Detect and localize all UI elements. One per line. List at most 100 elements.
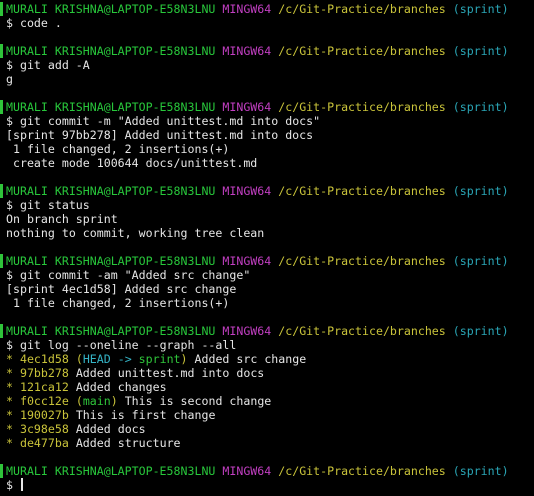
log-graph-marker: * bbox=[6, 422, 13, 436]
command-text: git commit -m "Added unittest.md into do… bbox=[19, 114, 321, 128]
prompt-path: /c/Git-Practice/branches bbox=[278, 2, 446, 16]
log-ref-open: ( bbox=[75, 352, 83, 366]
command-line[interactable]: $ code . bbox=[6, 16, 534, 30]
prompt-line: MURALI KRISHNA@LAPTOP-E58N3LNU MINGW64 /… bbox=[0, 464, 534, 478]
command-text: git add -A bbox=[19, 58, 90, 72]
output-line: g bbox=[6, 72, 13, 86]
log-entry: * 3c98e58 Added docs bbox=[6, 422, 534, 436]
output-line: nothing to commit, working tree clean bbox=[6, 226, 265, 240]
output-line: On branch sprint bbox=[6, 212, 118, 226]
log-entry: * 190027b This is first change bbox=[6, 408, 534, 422]
prompt-path: /c/Git-Practice/branches bbox=[278, 184, 446, 198]
prompt-user-host: MURALI KRISHNA@LAPTOP-E58N3LNU bbox=[6, 254, 216, 268]
prompt-shell: MINGW64 bbox=[222, 464, 272, 478]
prompt-line: MURALI KRISHNA@LAPTOP-E58N3LNU MINGW64 /… bbox=[0, 100, 534, 114]
log-commit-hash: 97bb278 bbox=[19, 366, 69, 380]
prompt-symbol: $ bbox=[6, 16, 13, 30]
log-entry: * de477ba Added structure bbox=[6, 436, 534, 450]
prompt-user-host: MURALI KRISHNA@LAPTOP-E58N3LNU bbox=[6, 324, 216, 338]
prompt-shell: MINGW64 bbox=[222, 324, 272, 338]
prompt-marker bbox=[0, 100, 3, 114]
prompt-symbol: $ bbox=[6, 58, 13, 72]
log-message: Added changes bbox=[75, 380, 167, 394]
output-line: [sprint 4ec1d58] Added src change bbox=[6, 282, 237, 296]
prompt-marker bbox=[0, 44, 3, 58]
prompt-line: MURALI KRISHNA@LAPTOP-E58N3LNU MINGW64 /… bbox=[0, 184, 534, 198]
log-ref-branch: sprint bbox=[138, 352, 181, 366]
command-text: git commit -am "Added src change" bbox=[19, 268, 251, 282]
prompt-user-host: MURALI KRISHNA@LAPTOP-E58N3LNU bbox=[6, 184, 216, 198]
prompt-symbol: $ bbox=[6, 198, 13, 212]
prompt-marker bbox=[0, 464, 3, 478]
prompt-user-host: MURALI KRISHNA@LAPTOP-E58N3LNU bbox=[6, 100, 216, 114]
log-ref-branch: main bbox=[82, 394, 111, 408]
prompt-symbol: $ bbox=[6, 478, 13, 492]
prompt-branch: (sprint) bbox=[452, 44, 509, 58]
prompt-path: /c/Git-Practice/branches bbox=[278, 254, 446, 268]
log-commit-hash: 4ec1d58 bbox=[19, 352, 69, 366]
command-text: git status bbox=[19, 198, 90, 212]
output-line: [sprint 97bb278] Added unittest.md into … bbox=[6, 128, 314, 142]
command-line[interactable]: $ git commit -am "Added src change" bbox=[6, 268, 534, 282]
command-line[interactable]: $ git log --oneline --graph --all bbox=[6, 338, 534, 352]
prompt-path: /c/Git-Practice/branches bbox=[278, 100, 446, 114]
prompt-branch: (sprint) bbox=[452, 324, 509, 338]
log-entry: * 97bb278 Added unittest.md into docs bbox=[6, 366, 534, 380]
command-line[interactable]: $ git add -A bbox=[6, 58, 534, 72]
log-graph-marker: * bbox=[6, 436, 13, 450]
log-message: Added structure bbox=[75, 436, 181, 450]
prompt-path: /c/Git-Practice/branches bbox=[278, 324, 446, 338]
log-message: Added src change bbox=[194, 352, 307, 366]
prompt-branch: (sprint) bbox=[452, 254, 509, 268]
log-message: This is second change bbox=[124, 394, 272, 408]
prompt-branch: (sprint) bbox=[452, 100, 509, 114]
log-message: Added unittest.md into docs bbox=[75, 366, 265, 380]
prompt-branch: (sprint) bbox=[452, 2, 509, 16]
prompt-line: MURALI KRISHNA@LAPTOP-E58N3LNU MINGW64 /… bbox=[0, 2, 534, 16]
command-line[interactable]: $ git status bbox=[6, 198, 534, 212]
command-text: git log --oneline --graph --all bbox=[19, 338, 237, 352]
log-ref-open: ( bbox=[75, 394, 83, 408]
prompt-marker bbox=[0, 2, 3, 16]
prompt-line: MURALI KRISHNA@LAPTOP-E58N3LNU MINGW64 /… bbox=[0, 44, 534, 58]
log-graph-marker: * bbox=[6, 408, 13, 422]
log-commit-hash: 3c98e58 bbox=[19, 422, 69, 436]
log-message: Added docs bbox=[75, 422, 146, 436]
log-commit-hash: 121ca12 bbox=[19, 380, 69, 394]
log-graph-marker: * bbox=[6, 394, 13, 408]
log-entry: * f0cc12e (main) This is second change bbox=[6, 394, 534, 408]
prompt-marker bbox=[0, 184, 3, 198]
prompt-user-host: MURALI KRISHNA@LAPTOP-E58N3LNU bbox=[6, 2, 216, 16]
output-line: 1 file changed, 2 insertions(+) bbox=[6, 296, 230, 310]
log-ref-close: ) bbox=[110, 394, 118, 408]
prompt-branch: (sprint) bbox=[452, 184, 509, 198]
prompt-shell: MINGW64 bbox=[222, 44, 272, 58]
prompt-marker bbox=[0, 324, 3, 338]
log-ref-head: HEAD -> bbox=[82, 352, 139, 366]
prompt-line: MURALI KRISHNA@LAPTOP-E58N3LNU MINGW64 /… bbox=[0, 324, 534, 338]
log-entry: * 4ec1d58 (HEAD -> sprint) Added src cha… bbox=[6, 352, 534, 366]
log-ref-close: ) bbox=[180, 352, 188, 366]
command-line[interactable]: $ git commit -m "Added unittest.md into … bbox=[6, 114, 534, 128]
prompt-symbol: $ bbox=[6, 338, 13, 352]
terminal-window[interactable]: MURALI KRISHNA@LAPTOP-E58N3LNU MINGW64 /… bbox=[0, 0, 534, 496]
prompt-user-host: MURALI KRISHNA@LAPTOP-E58N3LNU bbox=[6, 464, 216, 478]
prompt-marker bbox=[0, 254, 3, 268]
log-commit-hash: de477ba bbox=[19, 436, 69, 450]
log-entry: * 121ca12 Added changes bbox=[6, 380, 534, 394]
command-line[interactable]: $ bbox=[6, 478, 534, 492]
prompt-symbol: $ bbox=[6, 114, 13, 128]
output-line: 1 file changed, 2 insertions(+) bbox=[6, 142, 230, 156]
prompt-branch: (sprint) bbox=[452, 464, 509, 478]
log-commit-hash: f0cc12e bbox=[19, 394, 69, 408]
prompt-path: /c/Git-Practice/branches bbox=[278, 44, 446, 58]
prompt-shell: MINGW64 bbox=[222, 100, 272, 114]
prompt-shell: MINGW64 bbox=[222, 254, 272, 268]
log-graph-marker: * bbox=[6, 352, 13, 366]
log-commit-hash: 190027b bbox=[19, 408, 69, 422]
